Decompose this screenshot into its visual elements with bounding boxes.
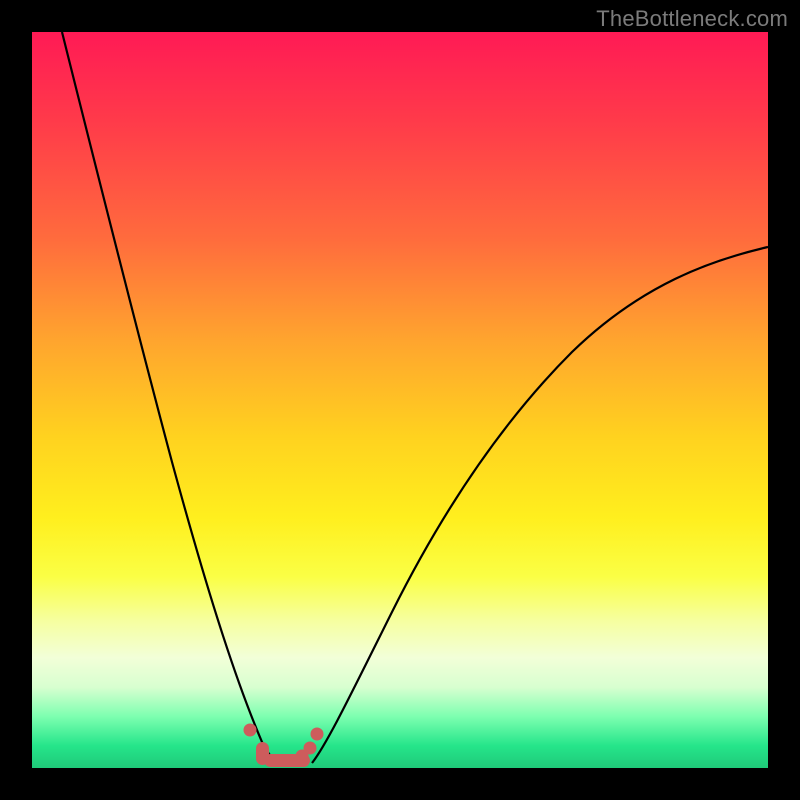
chart-frame: TheBottleneck.com <box>0 0 800 800</box>
chart-plot-area <box>32 32 768 768</box>
marker-dot <box>244 724 257 737</box>
left-curve-path <box>62 32 280 763</box>
marker-dot <box>311 728 324 741</box>
valley-markers-group <box>244 724 324 768</box>
right-curve-path <box>312 247 768 763</box>
chart-svg <box>32 32 768 768</box>
watermark-text: TheBottleneck.com <box>596 6 788 32</box>
marker-dot <box>304 742 317 755</box>
